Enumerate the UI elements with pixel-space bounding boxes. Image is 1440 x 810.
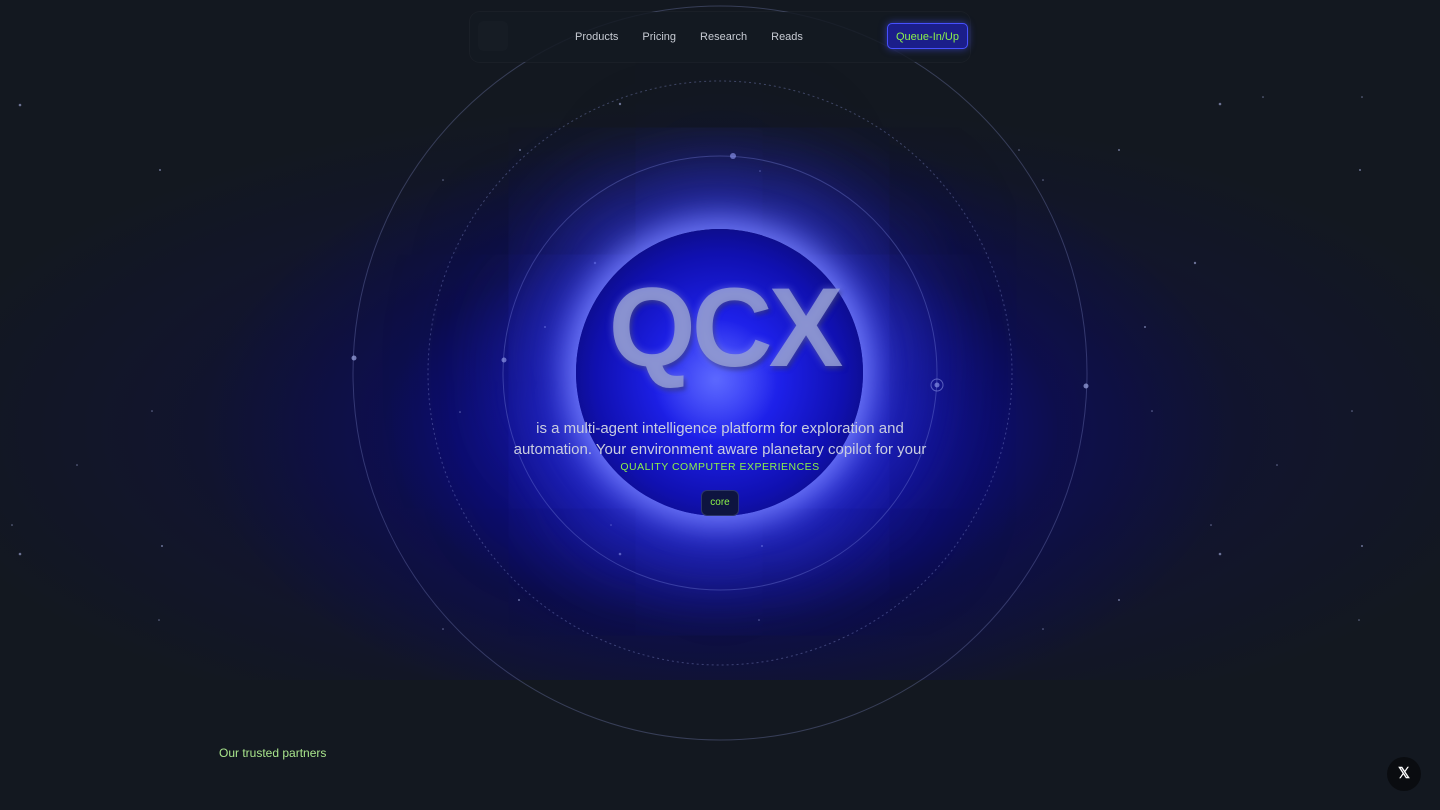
orbit-node <box>730 153 736 159</box>
x-social-button[interactable]: 𝕏 <box>1387 757 1421 791</box>
x-logo-icon: 𝕏 <box>1397 765 1411 782</box>
tagline-line-2: automation. Your environment aware plane… <box>513 441 927 458</box>
orbit-node <box>501 357 507 363</box>
hero-subtag: QUALITY COMPUTER EXPERIENCES <box>620 461 820 473</box>
nav-links: Products Pricing Research Reads <box>575 12 803 62</box>
nav-logo[interactable] <box>478 21 508 51</box>
nav-link-reads[interactable]: Reads <box>771 31 803 43</box>
tagline-line-1: is a multi-agent intelligence platform f… <box>536 420 904 437</box>
top-navbar: Products Pricing Research Reads Queue-In… <box>470 12 970 62</box>
landing-page: QCX is a multi-agent intelligence platfo… <box>0 0 1440 810</box>
core-button[interactable]: core <box>701 490 739 516</box>
orbit-node <box>1083 383 1089 389</box>
trusted-partners-heading: Our trusted partners <box>219 746 327 760</box>
orbit-node <box>351 355 357 361</box>
queue-in-up-button[interactable]: Queue-In/Up <box>887 23 968 49</box>
nav-link-products[interactable]: Products <box>575 31 618 43</box>
hero-tagline: is a multi-agent intelligence platform f… <box>490 418 950 460</box>
hero-logo-text: QCX <box>608 265 844 390</box>
nav-link-pricing[interactable]: Pricing <box>642 31 676 43</box>
orbit-node <box>934 382 940 388</box>
nav-link-research[interactable]: Research <box>700 31 747 43</box>
